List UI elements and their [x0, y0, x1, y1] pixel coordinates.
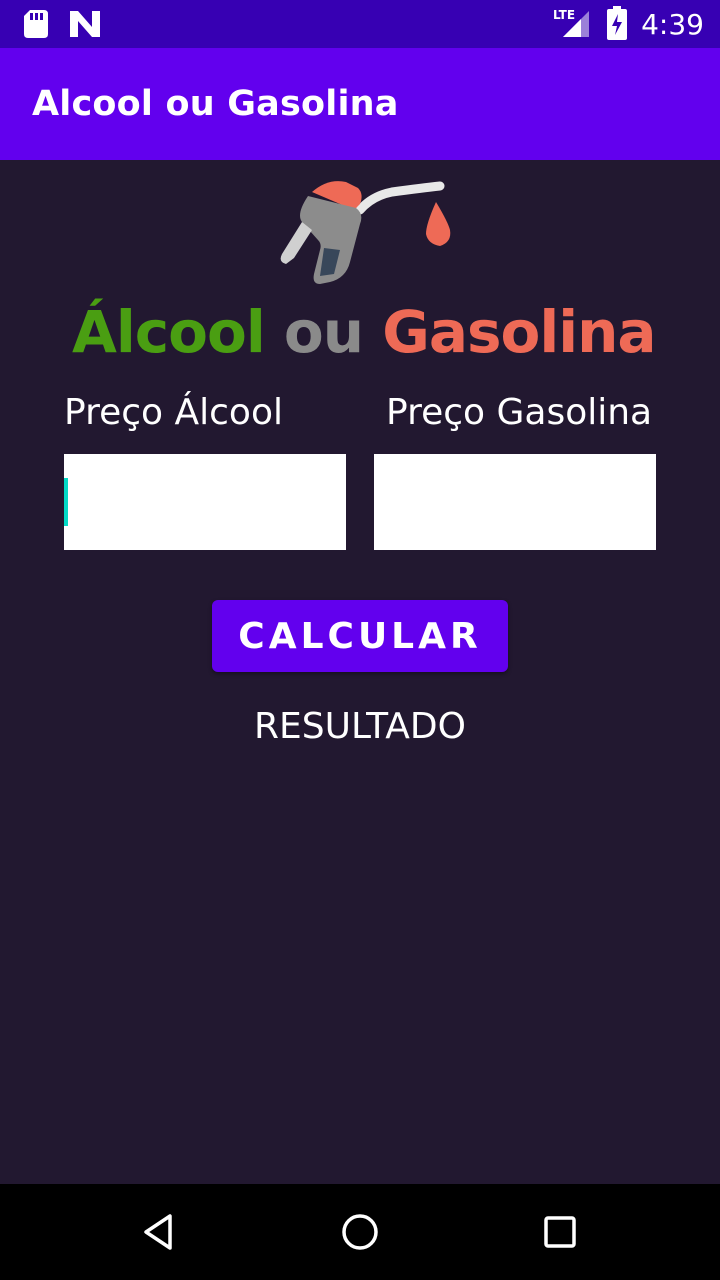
logo-word-alcool: Álcool	[72, 298, 266, 366]
lte-label: LTE	[553, 8, 575, 22]
navigation-bar	[0, 1184, 720, 1280]
calcular-button[interactable]: CALCULAR	[212, 600, 508, 672]
lte-signal-icon: LTE	[553, 7, 593, 43]
clock: 4:39	[641, 8, 704, 41]
label-preco-gasolina: Preço Gasolina	[386, 392, 653, 433]
recents-icon	[544, 1216, 576, 1248]
logo-word-gasolina: Gasolina	[382, 298, 656, 366]
back-button[interactable]	[136, 1208, 184, 1256]
recents-button[interactable]	[536, 1208, 584, 1256]
battery-charging-icon	[607, 6, 628, 44]
input-preco-alcool[interactable]	[64, 454, 346, 550]
text-cursor	[64, 478, 68, 526]
back-icon	[144, 1214, 172, 1250]
input-preco-gasolina[interactable]	[374, 454, 656, 550]
home-icon	[342, 1214, 378, 1250]
fuel-nozzle-icon	[280, 181, 451, 284]
resultado-text: RESULTADO	[254, 706, 466, 747]
home-button[interactable]	[336, 1208, 384, 1256]
sd-card-icon	[24, 10, 48, 42]
label-preco-alcool: Preço Álcool	[64, 392, 283, 433]
status-bar: LTE 4:39	[0, 0, 720, 48]
logo-wordmark: Álcool ou Gasolina	[72, 298, 657, 366]
app-logo: Álcool ou Gasolina	[64, 174, 668, 366]
logo-word-ou: ou	[264, 298, 383, 366]
main-content: Álcool ou Gasolina Preço Álcool Preço Ga…	[0, 160, 720, 1184]
app-bar: Alcool ou Gasolina	[0, 48, 720, 160]
app-title: Alcool ou Gasolina	[32, 84, 399, 124]
n-logo-icon	[70, 11, 100, 41]
